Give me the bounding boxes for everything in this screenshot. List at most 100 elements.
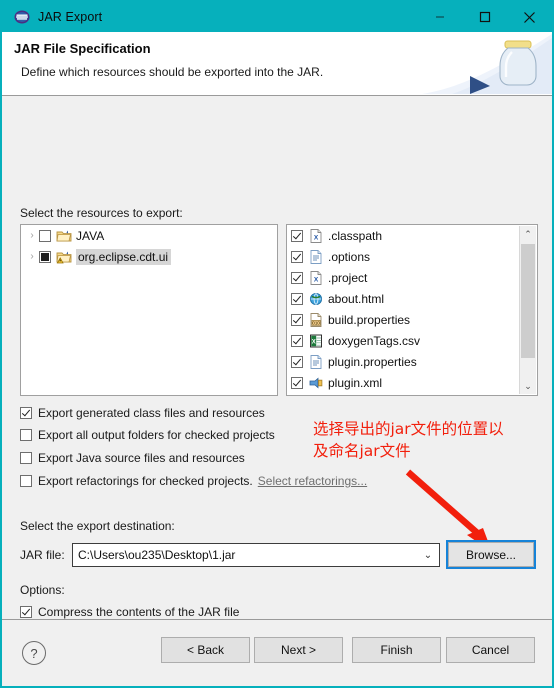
list-item[interactable]: plugin.xml	[287, 372, 537, 393]
options-section-label: Options:	[20, 583, 65, 597]
list-item[interactable]: plugin.properties	[287, 351, 537, 372]
back-button-label: < Back	[186, 643, 225, 657]
annotation-text: 选择导出的jar文件的位置以 及命名jar文件	[313, 418, 553, 463]
file-label: about.html	[328, 291, 385, 306]
finish-button-label: Finish	[380, 643, 413, 657]
resources-section-label: Select the resources to export:	[20, 206, 183, 220]
tree-checkbox[interactable]	[39, 250, 51, 263]
maximize-button[interactable]	[462, 2, 507, 32]
checkbox-label: Export refactorings for checked projects…	[38, 474, 253, 488]
cancel-button-label: Cancel	[471, 643, 510, 657]
svg-text:X: X	[314, 276, 319, 283]
checkbox[interactable]	[20, 475, 32, 487]
list-item[interactable]: X .classpath	[287, 225, 537, 246]
file-checkbox[interactable]	[291, 250, 303, 263]
file-label: plugin.xml	[328, 375, 383, 390]
svg-text:X: X	[314, 234, 319, 241]
checkbox[interactable]	[20, 452, 32, 464]
file-checkbox[interactable]	[291, 355, 303, 368]
tree-checkbox[interactable]	[39, 229, 51, 242]
tree-item-label: org.eclipse.cdt.ui	[76, 248, 172, 265]
checkbox-export-refactorings[interactable]: Export refactorings for checked projects…	[20, 474, 367, 488]
next-button-label: Next >	[280, 643, 316, 657]
vertical-scrollbar[interactable]: ⌃ ⌄	[519, 226, 536, 394]
file-checkbox[interactable]	[291, 271, 303, 284]
eclipse-logo-icon	[14, 9, 30, 25]
xml-file-icon: X	[308, 270, 324, 286]
dialog-banner: JAR File Specification Define which reso…	[2, 32, 552, 96]
scroll-up-icon[interactable]: ⌃	[520, 226, 536, 242]
resource-list-right[interactable]: X .classpath .options X .project about.h…	[286, 224, 538, 396]
select-refactorings-link[interactable]: Select refactorings...	[258, 474, 367, 488]
scrollbar-thumb[interactable]	[521, 244, 535, 358]
text-file-icon	[308, 249, 324, 265]
tree-item-java[interactable]: › JAVA	[21, 225, 277, 246]
cancel-button[interactable]: Cancel	[446, 637, 535, 663]
chevron-right-icon[interactable]: ›	[25, 230, 39, 241]
checkbox-export-generated-class-files[interactable]: Export generated class files and resourc…	[20, 406, 265, 420]
next-button[interactable]: Next >	[254, 637, 343, 663]
binary-properties-icon: 010	[308, 312, 324, 328]
finish-button[interactable]: Finish	[352, 637, 441, 663]
checkbox-compress-contents[interactable]: Compress the contents of the JAR file	[20, 605, 239, 619]
chevron-right-icon[interactable]: ›	[25, 251, 39, 262]
checkbox-label: Export generated class files and resourc…	[38, 406, 265, 420]
checkbox-label: Export Java source files and resources	[38, 451, 245, 465]
file-label: .project	[328, 270, 368, 285]
chevron-down-icon[interactable]: ⌄	[417, 550, 439, 561]
jar-file-label: JAR file:	[20, 548, 65, 562]
checkbox[interactable]	[20, 606, 32, 618]
checkbox-label: Export all output folders for checked pr…	[38, 428, 275, 442]
file-label: plugin.properties	[328, 354, 417, 369]
jar-file-combo[interactable]: C:\Users\ou235\Desktop\1.jar ⌄	[72, 543, 440, 567]
file-checkbox[interactable]	[291, 376, 303, 389]
checkbox-label: Compress the contents of the JAR file	[38, 605, 240, 619]
list-item[interactable]: about.html	[287, 288, 537, 309]
scroll-down-icon[interactable]: ⌄	[520, 378, 536, 394]
back-button[interactable]: < Back	[161, 637, 250, 663]
window-title: JAR Export	[38, 10, 103, 24]
jar-file-input[interactable]: C:\Users\ou235\Desktop\1.jar	[73, 548, 417, 562]
xml-file-icon: X	[308, 228, 324, 244]
dialog-footer: ? < Back Next > Finish Cancel	[2, 619, 552, 686]
annotation-line-2: 及命名jar文件	[313, 442, 411, 461]
checkbox[interactable]	[20, 429, 32, 441]
checkbox[interactable]	[20, 407, 32, 419]
tree-item-org-eclipse-cdt-ui[interactable]: › org.eclipse.cdt.ui	[21, 246, 277, 267]
globe-html-icon	[308, 291, 324, 307]
title-bar: JAR Export	[2, 2, 552, 32]
page-subtitle: Define which resources should be exporte…	[21, 65, 324, 79]
checkbox-export-output-folders[interactable]: Export all output folders for checked pr…	[20, 428, 275, 442]
list-item[interactable]: X .project	[287, 267, 537, 288]
minimize-button[interactable]	[417, 2, 462, 32]
file-checkbox[interactable]	[291, 334, 303, 347]
excel-csv-icon: X	[308, 333, 324, 349]
svg-text:010: 010	[312, 320, 320, 325]
svg-text:X: X	[312, 339, 316, 345]
jar-bottle-icon	[422, 34, 552, 94]
browse-button-label: Browse...	[465, 547, 516, 562]
list-item[interactable]: 010 build.properties	[287, 309, 537, 330]
annotation-line-1: 选择导出的jar文件的位置以	[313, 420, 504, 438]
page-title: JAR File Specification	[14, 41, 151, 56]
tree-item-label: JAVA	[76, 228, 105, 243]
file-checkbox[interactable]	[291, 313, 303, 326]
file-label: .classpath	[328, 228, 383, 243]
jar-export-dialog: JAR Export JAR File Specification Define…	[0, 0, 554, 688]
checkbox-export-java-source[interactable]: Export Java source files and resources	[20, 451, 245, 465]
browse-button[interactable]: Browse...	[446, 540, 536, 569]
file-label: doxygenTags.csv	[328, 333, 421, 348]
window-controls	[417, 2, 552, 32]
file-checkbox[interactable]	[291, 292, 303, 305]
list-item[interactable]: .options	[287, 246, 537, 267]
list-item[interactable]: X doxygenTags.csv	[287, 330, 537, 351]
help-icon[interactable]: ?	[22, 641, 46, 665]
dialog-body: Select the resources to export: › JAVA ›	[2, 96, 553, 665]
text-file-icon	[308, 354, 324, 370]
warning-folder-icon	[56, 249, 72, 265]
close-button[interactable]	[507, 2, 552, 32]
resource-tree-left[interactable]: › JAVA › org.eclipse.cdt.ui	[20, 224, 278, 396]
destination-section-label: Select the export destination:	[20, 519, 175, 533]
file-checkbox[interactable]	[291, 229, 303, 242]
file-label: build.properties	[328, 312, 411, 327]
